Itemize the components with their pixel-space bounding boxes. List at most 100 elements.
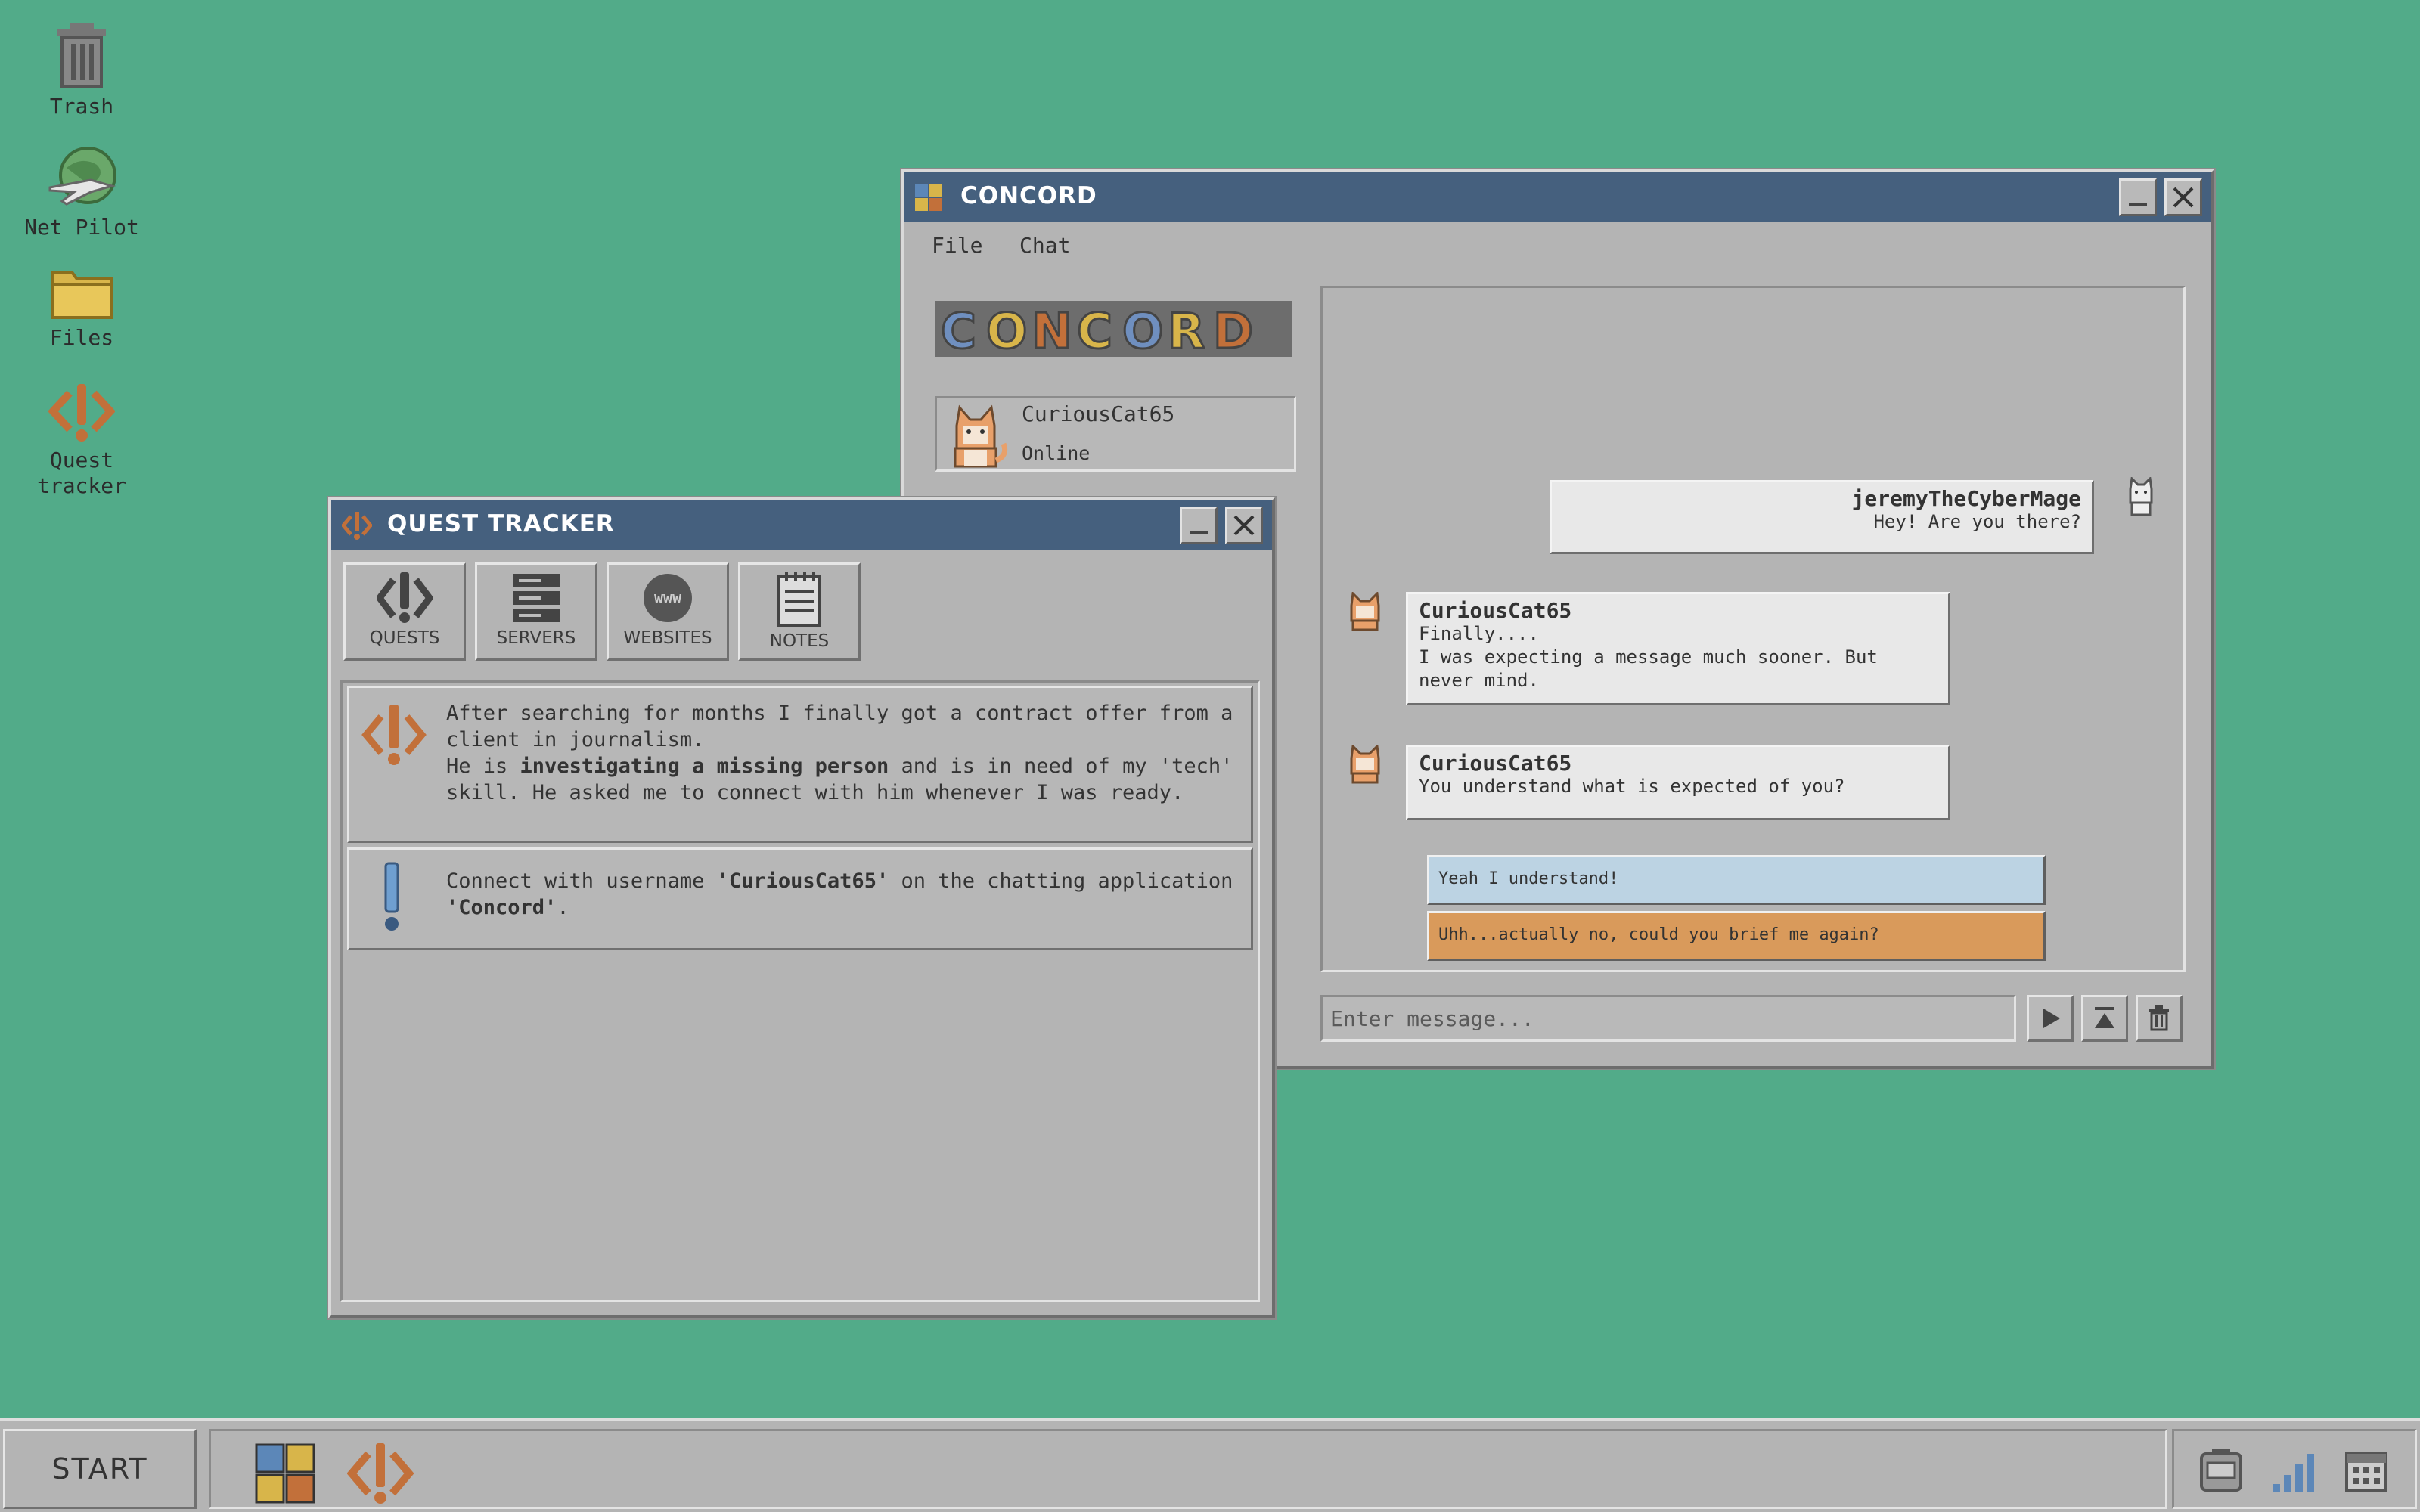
concord-app-icon [915, 184, 942, 211]
tab-label: QUESTS [369, 628, 440, 648]
send-button[interactable] [2027, 995, 2074, 1042]
quest-icon [361, 705, 427, 765]
quest-text: Connect with username [446, 869, 717, 893]
quest-icon [377, 572, 433, 623]
server-icon [513, 574, 560, 622]
svg-text:N: N [1032, 304, 1072, 360]
calendar-icon[interactable] [2344, 1448, 2389, 1493]
quest-description: Connect with username 'CuriousCat65' on … [446, 868, 1236, 921]
desktop-icon-label: Files [49, 325, 114, 350]
quest-item[interactable]: Connect with username 'CuriousCat65' on … [347, 847, 1253, 950]
desktop-icon-files[interactable]: Files [8, 265, 156, 351]
desktop-icon-label: Trash [49, 94, 114, 119]
cat-avatar [954, 404, 1008, 468]
tab-label: NOTES [769, 631, 830, 651]
svg-text:O: O [986, 304, 1027, 360]
desktop-icon-trash[interactable]: Trash [8, 21, 156, 119]
desktop-icon-label: Net Pilot [24, 215, 139, 240]
quest-text-bold: investigating a missing person [520, 754, 889, 778]
chat-message: CuriousCat65 You understand what is expe… [1406, 745, 1950, 820]
desktop-icon-label: Quest tracker [36, 448, 126, 498]
message-author: CuriousCat65 [1419, 598, 1572, 623]
concord-logo: C O N C O R D [935, 301, 1292, 360]
www-icon: www [644, 574, 692, 622]
system-tray [2172, 1429, 2417, 1509]
trash-icon [57, 23, 106, 88]
quest-text: He is [446, 754, 520, 778]
notepad-icon [777, 572, 821, 627]
tab-label: WEBSITES [623, 628, 712, 648]
quest-text: . [557, 896, 569, 919]
minimize-button[interactable] [2119, 178, 2157, 216]
trash-icon [2149, 1005, 2169, 1031]
menu-chat[interactable]: Chat [1019, 233, 1070, 258]
taskbar-apps [209, 1429, 2167, 1509]
cat-avatar-icon [1350, 592, 1380, 631]
concord-title: CONCORD [960, 182, 1097, 209]
close-button[interactable] [2164, 178, 2202, 216]
tab-servers[interactable]: SERVERS [475, 562, 597, 661]
concord-menubar: File Chat [904, 222, 2211, 265]
minimize-icon [2129, 203, 2147, 206]
taskbar: START [0, 1418, 2420, 1512]
reply-option-brief-again[interactable]: Uhh...actually no, could you brief me ag… [1427, 911, 2046, 961]
menu-file[interactable]: File [932, 233, 982, 258]
radio-icon[interactable] [2198, 1448, 2244, 1493]
message-input[interactable]: Enter message... [1320, 995, 2016, 1042]
start-button[interactable]: START [3, 1429, 197, 1509]
quest-titlebar[interactable]: QUEST TRACKER [331, 500, 1272, 550]
quest-icon [48, 384, 115, 442]
message-text: You understand what is expected of you? [1419, 776, 1845, 797]
chat-message: jeremyTheCyberMage Hey! Are you there? [1550, 480, 2094, 554]
message-author: jeremyTheCyberMage [1851, 486, 2081, 511]
reply-option-understand[interactable]: Yeah I understand! [1427, 855, 2046, 905]
svg-text:www: www [654, 588, 682, 606]
tab-label: SERVERS [496, 628, 576, 648]
quest-text: on the chatting application [889, 869, 1233, 893]
minimize-icon [1190, 531, 1208, 534]
user-name: CuriousCat65 [1022, 401, 1175, 426]
quest-app-icon [342, 512, 372, 540]
cat-avatar-icon [1350, 745, 1380, 784]
exclamation-icon [384, 862, 399, 931]
svg-text:D: D [1213, 304, 1253, 360]
quest-text: After searching for months I finally got… [446, 702, 1233, 751]
tab-websites[interactable]: www WEBSITES [607, 562, 729, 661]
tab-quests[interactable]: QUESTS [343, 562, 466, 661]
quest-tracker-window: QUEST TRACKER QUESTS SERVERS www WEBSITE… [328, 497, 1275, 1318]
message-text: Hey! Are you there? [1873, 511, 2081, 532]
quest-list: After searching for months I finally got… [340, 680, 1260, 1302]
quest-text-bold: 'Concord' [446, 896, 557, 919]
close-icon [2173, 187, 2194, 208]
svg-text:O: O [1122, 304, 1163, 360]
close-button[interactable] [1225, 507, 1263, 544]
message-text: Finally.... I was expecting a message mu… [1419, 623, 1878, 691]
user-status: Online [1022, 442, 1091, 464]
signal-icon[interactable] [2271, 1451, 2316, 1493]
concord-titlebar[interactable]: CONCORD [904, 172, 2211, 222]
folder-icon [51, 271, 113, 319]
globe-plane-icon [48, 147, 116, 206]
user-card[interactable]: CuriousCat65 Online [935, 396, 1296, 472]
quest-description: After searching for months I finally got… [446, 700, 1236, 806]
desktop-icon-quest-tracker[interactable]: Quest tracker [8, 381, 156, 499]
quest-text-bold: 'CuriousCat65' [716, 869, 889, 893]
quest-title: QUEST TRACKER [387, 510, 615, 538]
scroll-top-button[interactable] [2081, 995, 2128, 1042]
upload-icon [2095, 1007, 2114, 1028]
chat-message: CuriousCat65 Finally.... I was expecting… [1406, 592, 1950, 705]
svg-text:R: R [1168, 304, 1205, 360]
quest-task-icon[interactable] [347, 1442, 414, 1505]
concord-task-icon[interactable] [255, 1443, 315, 1504]
svg-text:C: C [1077, 304, 1112, 360]
desktop-icon-net-pilot[interactable]: Net Pilot [8, 145, 156, 240]
chat-area: jeremyTheCyberMage Hey! Are you there? C… [1320, 286, 2186, 972]
play-icon [2043, 1009, 2060, 1028]
close-icon [1233, 515, 1255, 536]
quest-item[interactable]: After searching for months I finally got… [347, 686, 1253, 843]
delete-button[interactable] [2136, 995, 2183, 1042]
user-avatar-icon [2129, 477, 2153, 516]
svg-text:C: C [941, 304, 976, 360]
tab-notes[interactable]: NOTES [738, 562, 861, 661]
minimize-button[interactable] [1180, 507, 1218, 544]
